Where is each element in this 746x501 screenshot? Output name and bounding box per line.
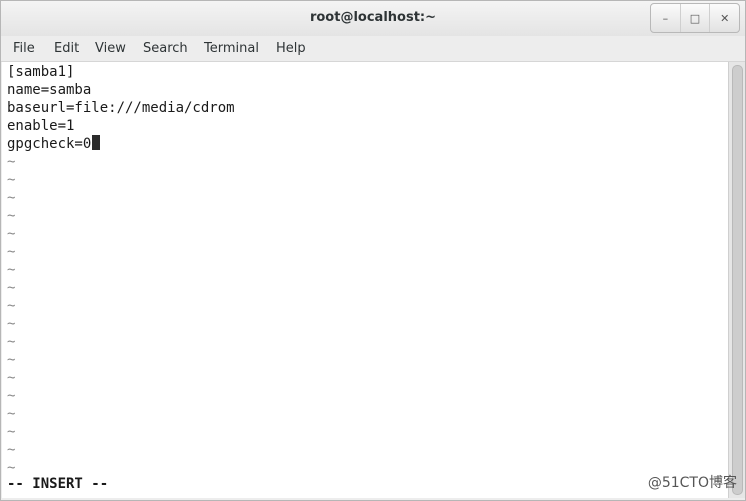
current-line-text: gpgcheck=0 [7, 136, 92, 152]
title-bar[interactable]: root@localhost:~ – □ ✕ [1, 1, 745, 36]
terminal-area[interactable]: [samba1] name=samba baseurl=file:///medi… [2, 62, 728, 498]
tilde-line: ~ [7, 442, 16, 458]
tilde-line: ~ [7, 334, 16, 350]
close-button[interactable]: ✕ [710, 4, 739, 32]
menu-file[interactable]: File [13, 41, 35, 56]
minimize-button[interactable]: – [651, 4, 681, 32]
menu-search[interactable]: Search [143, 41, 188, 56]
window-controls: – □ ✕ [650, 3, 740, 33]
vim-mode-indicator: -- INSERT -- [7, 476, 109, 492]
menu-help[interactable]: Help [276, 41, 306, 56]
menu-edit[interactable]: Edit [54, 41, 79, 56]
menu-view[interactable]: View [95, 41, 126, 56]
editor-line: name=samba [7, 82, 92, 98]
watermark: @51CTO博客 [647, 475, 737, 491]
tilde-line: ~ [7, 424, 16, 440]
editor-line-current: gpgcheck=0 [7, 135, 101, 153]
menu-terminal[interactable]: Terminal [204, 41, 259, 56]
text-cursor [92, 135, 101, 150]
tilde-line: ~ [7, 388, 16, 404]
tilde-line: ~ [7, 316, 16, 332]
tilde-line: ~ [7, 172, 16, 188]
tilde-line: ~ [7, 298, 16, 314]
menu-bar: File Edit View Search Terminal Help [1, 36, 745, 62]
tilde-line: ~ [7, 244, 16, 260]
tilde-line: ~ [7, 226, 16, 242]
editor-line: baseurl=file:///media/cdrom [7, 100, 235, 116]
tilde-line: ~ [7, 262, 16, 278]
tilde-line: ~ [7, 352, 16, 368]
scrollbar[interactable] [728, 62, 745, 498]
editor-line: [samba1] [7, 64, 75, 80]
tilde-line: ~ [7, 208, 16, 224]
scrollbar-thumb[interactable] [732, 65, 743, 495]
tilde-line: ~ [7, 190, 16, 206]
tilde-line: ~ [7, 370, 16, 386]
window-title: root@localhost:~ [309, 10, 437, 25]
terminal-window: root@localhost:~ – □ ✕ File Edit View Se… [0, 0, 746, 501]
editor-line: enable=1 [7, 118, 75, 134]
tilde-line: ~ [7, 460, 16, 476]
tilde-line: ~ [7, 154, 16, 170]
tilde-line: ~ [7, 280, 16, 296]
tilde-line: ~ [7, 406, 16, 422]
maximize-button[interactable]: □ [681, 4, 711, 32]
